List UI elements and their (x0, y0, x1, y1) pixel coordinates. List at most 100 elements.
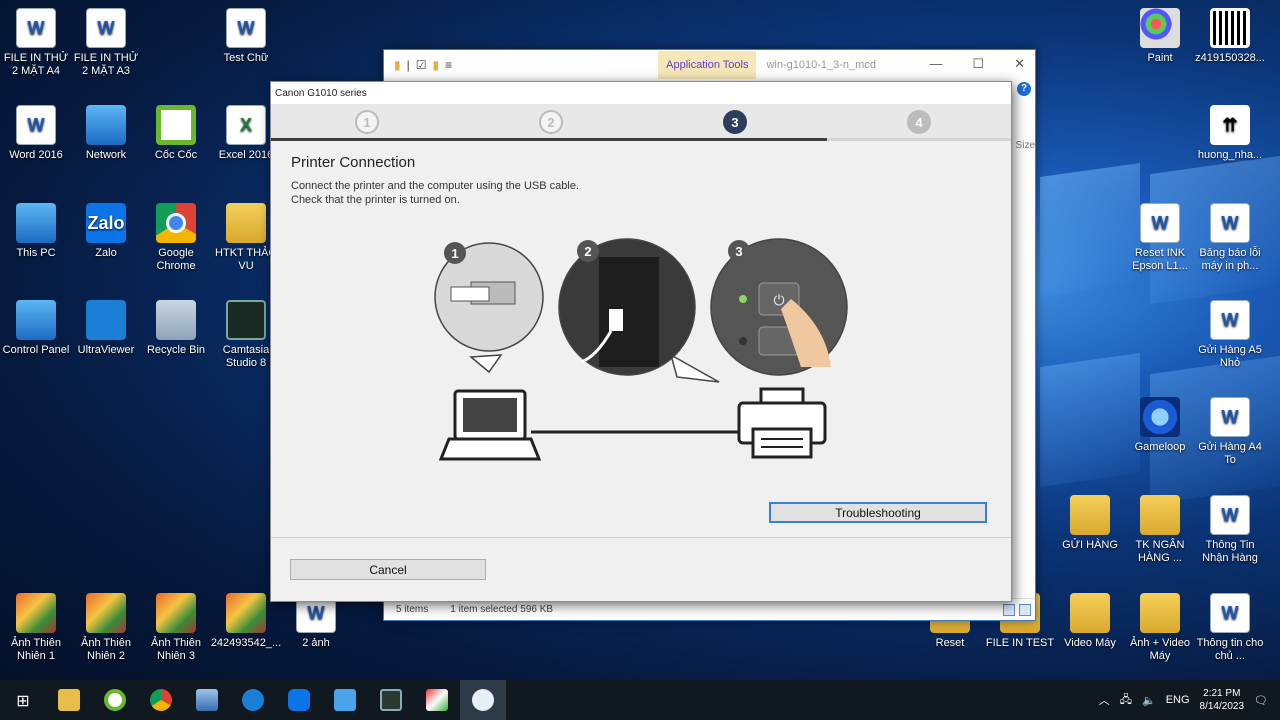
taskbar-ultraviewer[interactable] (230, 680, 276, 720)
desktop-icon-label: Video Máy (1064, 637, 1116, 649)
step-1-done: 1 (355, 110, 379, 134)
desktop-icon-label: Gameloop (1134, 441, 1186, 453)
desktop-icon[interactable]: Reset INK Epson L1... (1124, 203, 1196, 273)
printer-illustration (737, 387, 827, 459)
step-progress-bar (271, 138, 1011, 141)
network-icon[interactable]: 🖧 (1120, 691, 1132, 710)
dropdown-icon[interactable]: ≡ (445, 58, 452, 72)
taskbar-clock[interactable]: 2:21 PM 8/14/2023 (1200, 687, 1245, 713)
recycle-icon (156, 300, 196, 340)
size-column-header[interactable]: Size (1016, 140, 1035, 151)
photo-icon (86, 593, 126, 633)
canon-setup-dialog[interactable]: Canon G1010 series 1 2 3 4 Printer Conne… (270, 81, 1012, 602)
desktop-icon-label: Cốc Cốc (154, 149, 198, 161)
desktop-icon[interactable]: FILE IN THỬ 2 MẶT A4 (0, 8, 72, 78)
desktop-icon[interactable]: ⇈ huong_nha... (1194, 105, 1266, 162)
desktop-icon[interactable]: Video Máy (1054, 593, 1126, 650)
close-icon[interactable]: ✕ (1014, 56, 1025, 72)
desktop-icon[interactable]: Recycle Bin (140, 300, 212, 357)
new-folder-icon[interactable]: ▮ (433, 58, 440, 72)
desktop-icon-label: Thông Tin Nhận Hàng (1202, 539, 1258, 564)
desktop-icon-label: 2 ảnh (302, 637, 330, 649)
desktop-icon[interactable]: Network (70, 105, 142, 162)
desktop-icon-label: Recycle Bin (146, 344, 206, 356)
desktop-icon[interactable]: This PC (0, 203, 72, 260)
separator-icon: | (406, 58, 410, 72)
word-icon (1210, 593, 1250, 633)
volume-icon[interactable]: 🔈 (1142, 694, 1156, 707)
dialog-title: Canon G1010 series (271, 82, 1011, 104)
system-tray: ︿ 🖧 🔈 ENG 2:21 PM 8/14/2023 🗨 (1099, 680, 1280, 720)
desktop-icon-label: Test Chữ (223, 52, 269, 64)
input-language[interactable]: ENG (1166, 694, 1190, 706)
desktop-icon-label: 242493542_... (210, 637, 282, 649)
desktop-icon[interactable]: Gửi Hàng A5 Nhỏ (1194, 300, 1266, 370)
taskbar-coccoc[interactable] (92, 680, 138, 720)
taskbar-chrome[interactable] (138, 680, 184, 720)
desktop-icon[interactable]: Gameloop (1124, 397, 1196, 454)
desktop-icon[interactable]: Zalo Zalo (70, 203, 142, 260)
desktop-icon-label: Ảnh Thiên Nhiên 2 (81, 637, 131, 662)
details-view-icon[interactable] (1003, 604, 1015, 616)
application-tools-tab[interactable]: Application Tools (658, 51, 757, 79)
explorer-titlebar[interactable]: ▮ | ☑ ▮ ≡ Application Tools win-g1010-1_… (384, 50, 1035, 80)
window-controls: — ☐ ✕ (929, 56, 1025, 72)
desktop-icon-label: FILE IN THỬ 2 MẶT A4 (3, 52, 69, 77)
desktop-icon[interactable]: Ảnh + Video Máy (1124, 593, 1196, 663)
start-button[interactable]: ⊞ (0, 680, 46, 720)
taskbar-app-4[interactable] (184, 680, 230, 720)
desktop-icon[interactable]: Thông Tin Nhận Hàng (1194, 495, 1266, 565)
cancel-button[interactable]: Cancel (290, 559, 486, 580)
notifications-icon[interactable]: 🗨 (1254, 694, 1268, 707)
svg-text:1: 1 (451, 246, 458, 261)
taskbar-camtasia[interactable] (368, 680, 414, 720)
pc-icon (16, 203, 56, 243)
desktop-icon-label: Ảnh Thiên Nhiên 3 (151, 637, 201, 662)
word-icon (16, 105, 56, 145)
paint-icon (1140, 8, 1180, 48)
taskbar-zalo[interactable] (276, 680, 322, 720)
properties-icon[interactable]: ☑ (416, 58, 427, 72)
photo-icon (226, 593, 266, 633)
word-icon (1210, 397, 1250, 437)
desktop-icon[interactable]: Word 2016 (0, 105, 72, 162)
desktop-icon[interactable]: z419150328... (1194, 8, 1266, 65)
desktop-icon[interactable]: Cốc Cốc (140, 105, 212, 162)
taskbar-control-panel[interactable] (322, 680, 368, 720)
desktop-icon[interactable]: Google Chrome (140, 203, 212, 273)
word-icon (1140, 203, 1180, 243)
minimize-icon[interactable]: — (929, 56, 942, 72)
coccoc-icon (104, 689, 126, 711)
maximize-icon[interactable]: ☐ (972, 56, 984, 72)
printer-usb-bubble: 2 (558, 238, 720, 383)
desktop-icon[interactable]: Gửi Hàng A4 To (1194, 397, 1266, 467)
desktop-icon[interactable]: Ảnh Thiên Nhiên 1 (0, 593, 72, 663)
desktop-icon-label: UltraViewer (77, 344, 135, 356)
desktop-icon[interactable]: Thông tin cho chủ ... (1194, 593, 1266, 663)
taskbar-app-9[interactable] (414, 680, 460, 720)
chrome-icon (150, 689, 172, 711)
quick-access-toolbar[interactable]: ▮ | ☑ ▮ ≡ (384, 58, 452, 72)
desktop-icon[interactable]: Ảnh Thiên Nhiên 3 (140, 593, 212, 663)
desktop-icon[interactable]: UltraViewer (70, 300, 142, 357)
coccoc-icon (156, 105, 196, 145)
desktop-icon-label: huong_nha... (1197, 149, 1263, 161)
chevron-up-icon[interactable]: ︿ (1099, 692, 1110, 708)
taskbar-canon-setup[interactable] (460, 680, 506, 720)
box-icon: ⇈ (1210, 105, 1250, 145)
troubleshooting-button[interactable]: Troubleshooting (769, 502, 987, 523)
help-icon[interactable]: ? (1017, 82, 1031, 96)
desktop-icon[interactable]: TK NGÂN HÀNG ... (1124, 495, 1196, 565)
desktop-icon[interactable]: Bảng báo lỗi máy in ph... (1194, 203, 1266, 273)
tools-icon (426, 689, 448, 711)
qr-icon (1210, 8, 1250, 48)
desktop-icon[interactable]: Test Chữ (210, 8, 282, 65)
large-icons-view-icon[interactable] (1019, 604, 1031, 616)
desktop-icon[interactable]: Control Panel (0, 300, 72, 357)
taskbar-file-explorer[interactable] (46, 680, 92, 720)
desktop-icon[interactable]: GỬI HÀNG (1054, 495, 1126, 552)
desktop-icon[interactable]: FILE IN THỬ 2 MẶT A3 (70, 8, 142, 78)
desktop-icon[interactable]: Paint (1124, 8, 1196, 65)
desktop-icon[interactable]: Ảnh Thiên Nhiên 2 (70, 593, 142, 663)
folder-icon[interactable]: ▮ (394, 58, 401, 72)
